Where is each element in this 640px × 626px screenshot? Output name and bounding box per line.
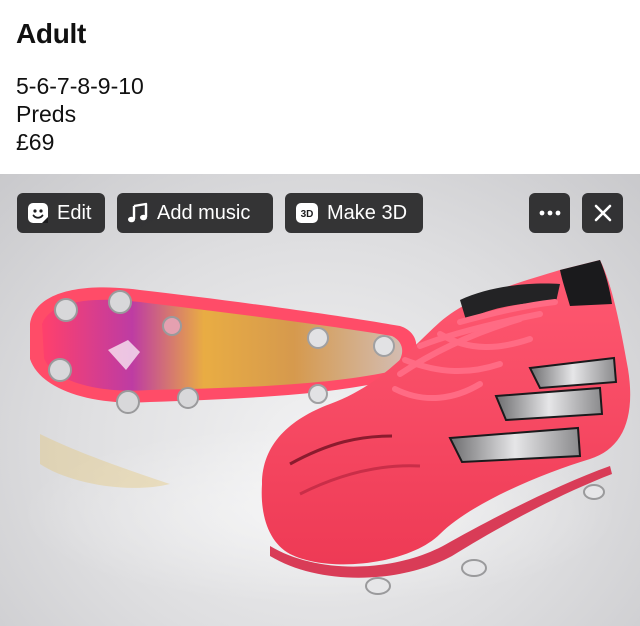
close-button[interactable] bbox=[582, 193, 623, 233]
add-music-button[interactable]: Add music bbox=[117, 193, 273, 233]
more-icon bbox=[539, 210, 560, 216]
post-text: Adult 5-6-7-8-9-10 Preds £69 bbox=[16, 14, 144, 156]
more-options-button[interactable] bbox=[529, 193, 570, 233]
football-boots-image bbox=[20, 260, 631, 604]
post-price: £69 bbox=[16, 129, 55, 155]
make-3d-button[interactable]: 3D Make 3D bbox=[285, 193, 423, 233]
edit-button[interactable]: Edit bbox=[17, 193, 105, 233]
post-sizes: 5-6-7-8-9-10 bbox=[16, 73, 144, 99]
product-photo[interactable]: Edit Add music 3D Make 3D bbox=[0, 174, 640, 626]
make-3d-label: Make 3D bbox=[327, 201, 408, 224]
edit-sticker-icon bbox=[28, 203, 48, 223]
edit-label: Edit bbox=[57, 201, 92, 224]
3d-badge-icon: 3D bbox=[296, 203, 318, 223]
add-music-label: Add music bbox=[157, 201, 251, 224]
music-note-icon bbox=[128, 202, 148, 223]
post-model: Preds bbox=[16, 101, 77, 127]
close-icon bbox=[594, 204, 611, 222]
post-title: Adult bbox=[16, 18, 87, 49]
svg-text:3D: 3D bbox=[301, 209, 314, 220]
